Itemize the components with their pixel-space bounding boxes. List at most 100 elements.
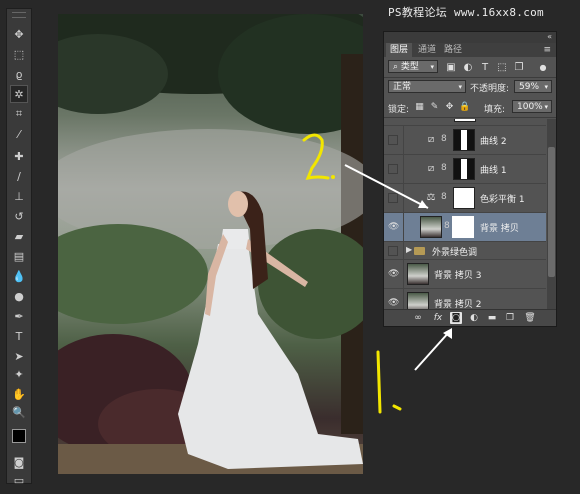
layer-name: 色彩平衡 1 [480,195,525,205]
pixel-filter-icon[interactable]: ▣ [444,61,458,75]
filter-toggle-icon[interactable]: ● [536,61,550,75]
history-brush-tool-icon[interactable]: ↺ [10,207,28,225]
search-icon: ⌕ [393,62,399,72]
eraser-tool-icon[interactable]: ▰ [10,227,28,245]
layer-row[interactable]: ⧄ 8 曲线 2 [384,126,546,155]
clone-stamp-tool-icon[interactable]: ⊥ [10,187,28,205]
tab-channels[interactable]: 通道 [414,43,440,57]
type-filter-icon[interactable]: T [478,61,492,75]
eye-icon[interactable]: 👁 [388,298,399,308]
pen-tool-icon[interactable]: ✒ [10,307,28,325]
lasso-tool-icon[interactable]: ϱ [10,65,28,83]
layer-mask-thumbnail [454,119,476,122]
adjustment-filter-icon[interactable]: ◐ [461,61,475,75]
opacity-input[interactable]: 59% ▾ [514,80,552,93]
divider [384,77,556,78]
smart-object-filter-icon[interactable]: ❐ [512,61,526,75]
layer-list-scrollbar[interactable] [547,119,556,309]
path-selection-tool-icon[interactable]: ➤ [10,347,28,365]
foreground-color-swatch[interactable] [12,429,26,443]
brush-tool-icon[interactable]: ∕ [10,167,28,185]
layer-row[interactable]: ⚖ 8 色彩平衡 1 [384,184,546,213]
magic-wand-tool-icon[interactable]: ✲ [10,85,28,103]
layer-thumbnail [420,216,442,238]
divider [384,117,556,118]
eyedropper-tool-icon[interactable]: ⁄ [10,125,28,143]
screen-mode-icon[interactable]: ▭ [10,471,28,489]
new-group-icon[interactable]: ▬ [486,312,498,324]
layer-filter-select[interactable]: ⌕ 类型 ▾ [388,60,438,73]
annotation-number-1 [376,350,402,414]
layer-name: 背景 拷贝 2 [434,300,482,309]
color-balance-adjustment-icon: ⚖ [426,192,436,203]
curves-adjustment-icon: ⧄ [427,134,435,145]
scrollbar-thumb[interactable] [548,147,555,277]
type-tool-icon[interactable]: T [10,327,28,345]
fx-icon[interactable]: fx [432,312,444,324]
lock-all-icon[interactable]: 🔒 [459,102,470,113]
tab-paths[interactable]: 路径 [440,43,466,57]
visibility-toggle[interactable] [388,135,398,145]
quick-mask-icon[interactable]: ◙ [10,453,28,471]
move-tool-icon[interactable]: ✥ [10,25,28,43]
arrow-to-add-mask-button [414,328,452,371]
expand-triangle-icon[interactable]: ▶ [406,245,412,254]
layer-row-selected[interactable]: 👁 8 背景 拷贝 [384,213,546,242]
collapse-panel-icon[interactable]: « [547,32,552,41]
visibility-toggle[interactable] [388,164,398,174]
lock-pixels-icon[interactable]: ✎ [429,102,440,113]
layer-row[interactable]: 👁 背景 拷贝 3 [384,260,546,289]
new-layer-icon[interactable]: ❐ [504,312,516,324]
layer-list: ⧄ 8 曲线 2 ⧄ 8 曲线 1 ⚖ 8 色彩平衡 1 👁 8 背景 拷贝 ▶… [384,119,546,309]
healing-brush-tool-icon[interactable]: ✚ [10,147,28,165]
chevron-down-icon: ▾ [544,103,548,111]
eye-icon[interactable]: 👁 [388,269,399,279]
link-chain-icon[interactable]: 8 [441,163,447,173]
link-chain-icon[interactable]: 8 [441,134,447,144]
shape-tool-icon[interactable]: ✦ [10,365,28,383]
opacity-label: 不透明度: [470,84,510,94]
link-chain-icon[interactable]: 8 [444,221,450,231]
panel-bottom-bar: ∞ fx ◙ ◐ ▬ ❐ 🗑 [384,309,556,326]
visibility-toggle[interactable] [388,246,398,256]
layer-name: 曲线 2 [480,137,507,147]
toolbar-grip[interactable] [12,12,26,18]
layer-row[interactable]: 👁 背景 拷贝 2 [384,289,546,309]
layer-thumbnail [407,263,429,285]
tab-layers[interactable]: 图层 [386,43,413,57]
blur-tool-icon[interactable]: 💧 [10,267,28,285]
zoom-tool-icon[interactable]: 🔍 [10,403,28,421]
layer-group-row[interactable]: ▶ 外景绿色调 [384,242,546,260]
gradient-tool-icon[interactable]: ▤ [10,247,28,265]
curves-adjustment-icon: ⧄ [427,163,435,174]
visibility-toggle[interactable] [388,193,398,203]
chevron-down-icon: ▾ [430,63,434,71]
link-chain-icon[interactable]: 8 [441,192,447,202]
new-adjustment-layer-icon[interactable]: ◐ [468,312,480,324]
dodge-tool-icon[interactable]: ● [10,287,28,305]
delete-layer-icon[interactable]: 🗑 [524,312,536,324]
wedding-photo [58,14,363,474]
marquee-tool-icon[interactable]: ⬚ [10,45,28,63]
eye-icon[interactable]: 👁 [388,222,399,232]
fill-label: 填充: [484,105,506,115]
layers-panel: « 图层 通道 路径 ≡ ⌕ 类型 ▾ ▣ ◐ T ⬚ ❐ ● 正常 ▾ 不透明… [383,31,557,327]
lock-position-icon[interactable]: ✥ [444,102,455,113]
crop-tool-icon[interactable]: ⌗ [10,105,28,123]
layer-row[interactable]: ⧄ 8 曲线 1 [384,155,546,184]
document-canvas[interactable] [58,14,363,474]
hand-tool-icon[interactable]: ✋ [10,385,28,403]
panel-menu-icon[interactable]: ≡ [543,45,551,55]
fill-input[interactable]: 100% ▾ [512,100,552,113]
layer-row[interactable] [384,119,546,126]
divider [403,260,404,288]
layer-thumbnail [407,292,429,309]
layer-mask-thumbnail [452,216,474,238]
link-layers-icon[interactable]: ∞ [412,312,424,324]
shape-filter-icon[interactable]: ⬚ [495,61,509,75]
lock-transparent-icon[interactable]: ▦ [414,102,425,113]
panel-title-strip[interactable] [384,32,556,43]
blend-mode-select[interactable]: 正常 ▾ [388,80,466,93]
add-mask-icon[interactable]: ◙ [450,312,462,324]
chevron-down-icon: ▾ [544,83,548,91]
